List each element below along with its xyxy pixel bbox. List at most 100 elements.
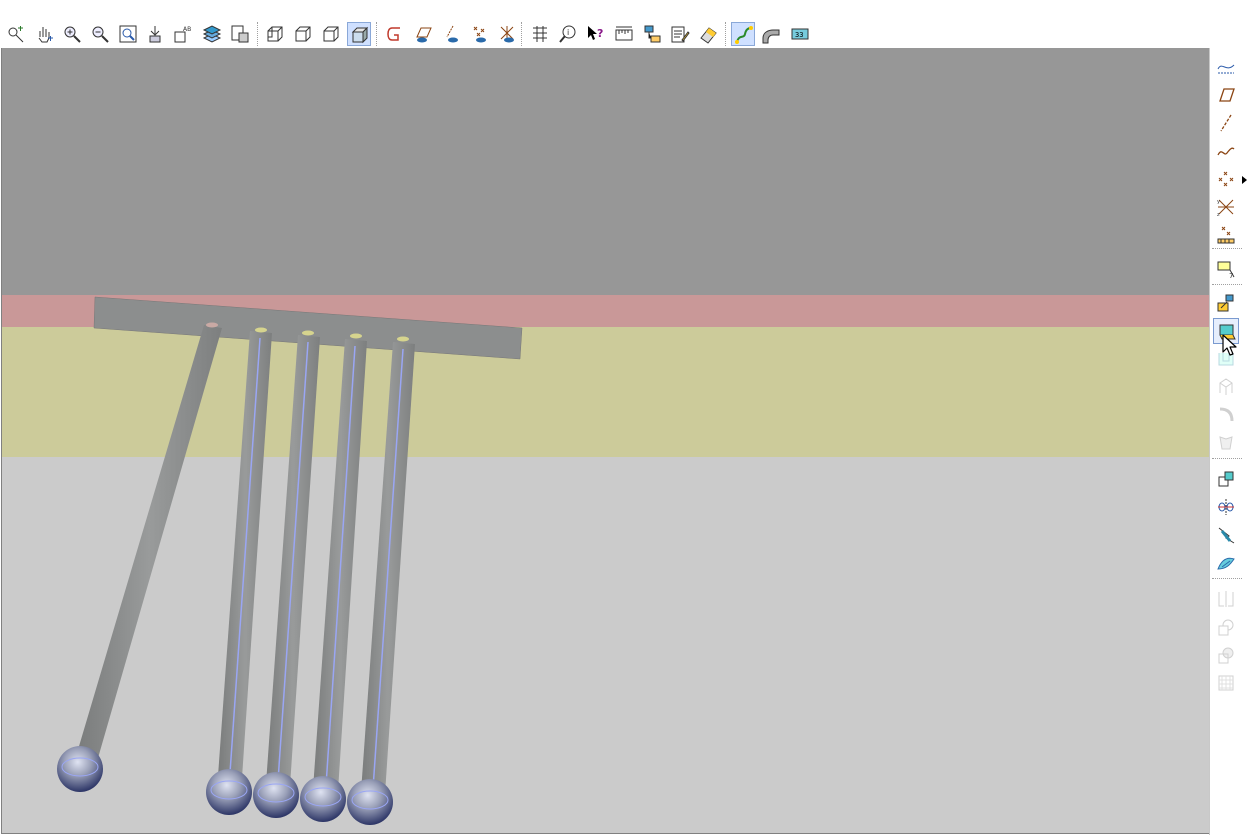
pipe-icon	[762, 29, 780, 44]
select-filter-button[interactable]	[4, 22, 28, 46]
measure-button[interactable]	[612, 22, 636, 46]
view-snapshot-button[interactable]	[228, 22, 252, 46]
svg-text:7: 7	[1229, 272, 1233, 279]
toolbar-separator	[1212, 458, 1242, 459]
split-button[interactable]	[1213, 586, 1239, 612]
axis-system-button[interactable]: yz	[1213, 194, 1239, 220]
point-cross-button[interactable]	[1213, 166, 1239, 192]
info-query-icon: i	[559, 25, 576, 43]
spline-active-button[interactable]	[731, 22, 755, 46]
info-query-button[interactable]: i	[556, 22, 580, 46]
main-toolbar: AB i? 33	[0, 0, 1248, 48]
revolve-button[interactable]	[1213, 374, 1239, 400]
sweep-icon	[1219, 407, 1234, 422]
select-filter-icon	[8, 26, 24, 43]
what-is-this-icon: ?	[588, 26, 603, 40]
line-button[interactable]	[1213, 110, 1239, 136]
mirror-axis-icon	[1218, 499, 1234, 515]
translate-copy-icon	[1218, 471, 1234, 487]
point-grid-button[interactable]	[1213, 222, 1239, 248]
surface-icon	[1217, 557, 1235, 570]
toolbar-separator	[1212, 284, 1242, 285]
surface-button[interactable]	[1213, 550, 1239, 576]
eraser-icon	[700, 27, 717, 44]
pile-top-4	[397, 336, 409, 342]
surface-curve-icon	[1217, 64, 1235, 74]
line-eye-icon	[446, 25, 458, 43]
toolbar-separator	[376, 22, 377, 46]
report-edit-button[interactable]	[668, 22, 692, 46]
ground-layer	[2, 457, 1209, 833]
wireframe-cube-icon	[267, 26, 283, 42]
grid-mesh-button[interactable]	[528, 22, 552, 46]
insert-point-button[interactable]	[143, 22, 167, 46]
sweep-button[interactable]	[1213, 402, 1239, 428]
curve-button[interactable]	[1213, 138, 1239, 164]
annotation-flag-button[interactable]: 7	[1213, 256, 1239, 282]
shaded-cube-button[interactable]	[347, 22, 371, 46]
line-eye-button[interactable]	[439, 22, 463, 46]
layers-icon	[202, 25, 222, 43]
toolbar-flyout-arrow-icon[interactable]	[1242, 176, 1247, 184]
zoom-in-button[interactable]	[60, 22, 84, 46]
surface-curve-button[interactable]	[1213, 54, 1239, 80]
translate-copy-button[interactable]	[1213, 466, 1239, 492]
pile-base-3[interactable]	[300, 776, 346, 822]
plane-eye-button[interactable]	[411, 22, 435, 46]
svg-text:i: i	[567, 28, 569, 37]
mesh-grid-icon	[1218, 675, 1234, 691]
mirror-axis-button[interactable]	[1213, 494, 1239, 520]
pile-base-2[interactable]	[253, 772, 299, 818]
what-is-this-button[interactable]: ?	[584, 22, 608, 46]
plane-button[interactable]	[1213, 82, 1239, 108]
svg-text:z: z	[1217, 212, 1220, 217]
layers-button[interactable]	[200, 22, 224, 46]
axes-eye-button[interactable]	[495, 22, 519, 46]
pile-base-inclined[interactable]	[57, 746, 103, 792]
boolean-union-icon	[1218, 619, 1234, 636]
curve-g-button[interactable]	[383, 22, 407, 46]
axis-system-icon: yz	[1217, 199, 1234, 217]
zoom-out-icon	[92, 26, 109, 43]
points-eye-button[interactable]	[467, 22, 491, 46]
annotation-flag-icon: 7	[1217, 261, 1235, 279]
scene-canvas	[2, 48, 1209, 833]
label-ab-button[interactable]: AB	[171, 22, 195, 46]
boolean-subtract-icon	[1218, 647, 1234, 664]
flat-cube-button[interactable]	[319, 22, 343, 46]
curve-g-icon	[387, 27, 400, 41]
zoom-window-icon	[119, 25, 137, 43]
zoom-window-button[interactable]	[116, 22, 140, 46]
coordinate-display-button[interactable]: 33	[788, 22, 812, 46]
wireframe-cube-button[interactable]	[263, 22, 287, 46]
network-button[interactable]	[640, 22, 664, 46]
svg-text:y: y	[1217, 199, 1220, 205]
pile-base-4[interactable]	[347, 779, 393, 825]
loft-icon	[1219, 436, 1233, 450]
revolve-icon	[1219, 378, 1233, 395]
rotate-button[interactable]	[1213, 522, 1239, 548]
toolbar-separator	[1212, 248, 1242, 249]
axes-eye-icon	[500, 26, 514, 43]
mouse-cursor-icon	[1222, 334, 1237, 356]
grid-mesh-icon	[533, 26, 547, 42]
label-ab-icon: AB	[174, 26, 191, 43]
hidden-line-cube-button[interactable]	[291, 22, 315, 46]
boolean-union-button[interactable]	[1213, 614, 1239, 640]
boolean-subtract-button[interactable]	[1213, 642, 1239, 668]
loft-button[interactable]	[1213, 430, 1239, 456]
line-icon	[1220, 114, 1232, 132]
hidden-line-cube-icon	[295, 26, 311, 42]
pile-top-3	[350, 333, 362, 339]
zoom-out-button[interactable]	[88, 22, 112, 46]
pipe-button[interactable]	[759, 22, 783, 46]
svg-text:AB: AB	[183, 26, 191, 33]
rotate-icon	[1218, 527, 1235, 544]
extrude-button[interactable]	[1213, 290, 1239, 316]
pile-base-1[interactable]	[206, 769, 252, 815]
toolbar-separator	[725, 22, 726, 46]
mesh-grid-button[interactable]	[1213, 670, 1239, 696]
eraser-button[interactable]	[696, 22, 720, 46]
pan-button[interactable]	[32, 22, 56, 46]
3d-viewport[interactable]	[1, 48, 1209, 834]
